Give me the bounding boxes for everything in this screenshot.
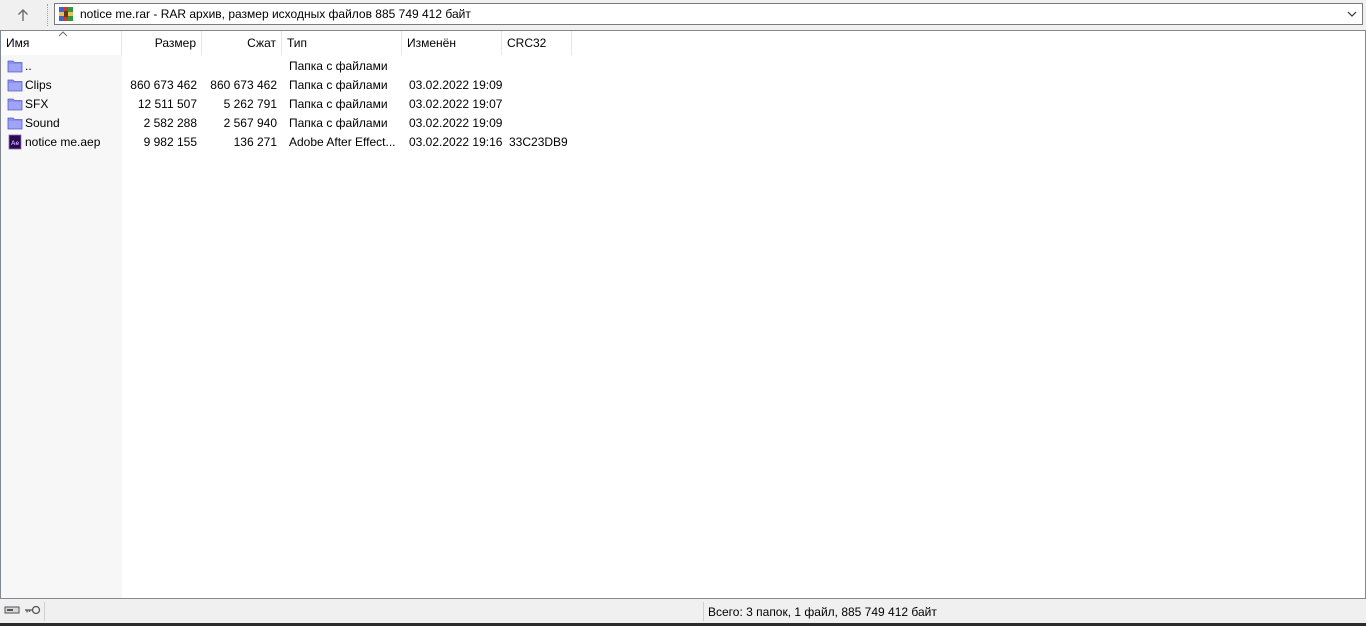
after-effects-file-icon: Ae [8, 134, 22, 150]
file-crc [504, 57, 574, 76]
column-header-name[interactable]: Имя [1, 31, 122, 55]
up-one-level-button[interactable] [6, 4, 40, 26]
file-name: SFX [25, 97, 49, 111]
folder-icon [7, 98, 23, 111]
file-size: 12 511 507 [137, 97, 197, 111]
svg-text:Ae: Ae [11, 140, 20, 147]
toolbar-grip[interactable] [47, 4, 50, 26]
file-packed: 5 262 791 [223, 97, 277, 111]
column-header-label: Изменён [407, 36, 456, 50]
file-type: Папка с файлами [289, 78, 388, 92]
file-packed: 136 271 [233, 135, 277, 149]
file-size: 2 582 288 [143, 116, 197, 130]
drive-icon[interactable] [4, 604, 20, 616]
list-item[interactable]: .. Папка с файлами [1, 57, 581, 76]
sort-ascending-icon [58, 31, 68, 37]
file-name: Sound [25, 116, 60, 130]
file-size: 860 673 462 [130, 78, 197, 92]
file-list[interactable]: Имя Размер Сжат Тип Изменён CRC32 .. Пап… [0, 30, 1366, 599]
folder-icon [7, 79, 23, 92]
file-name: Clips [25, 78, 52, 92]
file-size: 9 982 155 [143, 135, 197, 149]
column-header-label: Сжат [247, 36, 276, 50]
list-header: Имя Размер Сжат Тип Изменён CRC32 [1, 31, 1365, 55]
key-icon[interactable] [24, 604, 42, 616]
status-bar: Всего: 3 папок, 1 файл, 885 749 412 байт [0, 600, 1366, 623]
column-header-packed[interactable]: Сжат [202, 31, 282, 55]
file-crc [504, 114, 574, 133]
folder-icon [7, 60, 23, 73]
file-type: Папка с файлами [289, 116, 388, 130]
address-toolbar: notice me.rar - RAR архив, размер исходн… [0, 0, 1366, 30]
file-type: Папка с файлами [289, 97, 388, 111]
file-packed: 2 567 940 [223, 116, 277, 130]
address-combobox[interactable]: notice me.rar - RAR архив, размер исходн… [54, 3, 1363, 25]
status-icons [4, 604, 42, 616]
file-type: Папка с файлами [289, 59, 388, 73]
column-header-label: Имя [6, 36, 30, 50]
list-item[interactable]: Clips 860 673 462 860 673 462 Папка с фа… [1, 76, 581, 95]
column-header-size[interactable]: Размер [122, 31, 202, 55]
column-header-crc32[interactable]: CRC32 [502, 31, 572, 55]
file-name: notice me.aep [25, 135, 101, 149]
column-header-label: CRC32 [507, 36, 547, 50]
winrar-window: notice me.rar - RAR архив, размер исходн… [0, 0, 1366, 626]
file-modified: 03.02.2022 19:09 [409, 116, 502, 130]
file-packed [202, 57, 282, 76]
file-modified [404, 57, 502, 76]
file-packed: 860 673 462 [210, 78, 277, 92]
file-crc [504, 95, 574, 114]
column-header-label: Тип [287, 36, 308, 50]
file-modified: 03.02.2022 19:07 [409, 97, 502, 111]
winrar-archive-icon [59, 7, 73, 21]
file-modified: 03.02.2022 19:09 [409, 78, 502, 92]
address-dropdown-button[interactable] [1344, 4, 1360, 24]
file-size [122, 57, 202, 76]
file-crc: 33C23DB9 [509, 135, 568, 149]
file-type: Adobe After Effect... [289, 135, 396, 149]
arrow-up-icon [18, 9, 28, 21]
column-header-modified[interactable]: Изменён [402, 31, 502, 55]
file-name: .. [25, 59, 32, 73]
column-header-label: Размер [154, 36, 196, 50]
list-item[interactable]: Sound 2 582 288 2 567 940 Папка с файлам… [1, 114, 581, 133]
status-separator [703, 602, 704, 621]
address-text: notice me.rar - RAR архив, размер исходн… [80, 7, 471, 21]
folder-icon [7, 117, 23, 130]
file-modified: 03.02.2022 19:16 [409, 135, 502, 149]
chevron-down-icon [1347, 11, 1357, 17]
status-separator [44, 602, 45, 621]
column-header-type[interactable]: Тип [282, 31, 402, 55]
list-item[interactable]: SFX 12 511 507 5 262 791 Папка с файлами… [1, 95, 581, 114]
status-summary: Всего: 3 папок, 1 файл, 885 749 412 байт [708, 605, 937, 619]
file-crc [504, 76, 574, 95]
list-item[interactable]: Ae notice me.aep 9 982 155 136 271 Adobe… [1, 133, 581, 152]
